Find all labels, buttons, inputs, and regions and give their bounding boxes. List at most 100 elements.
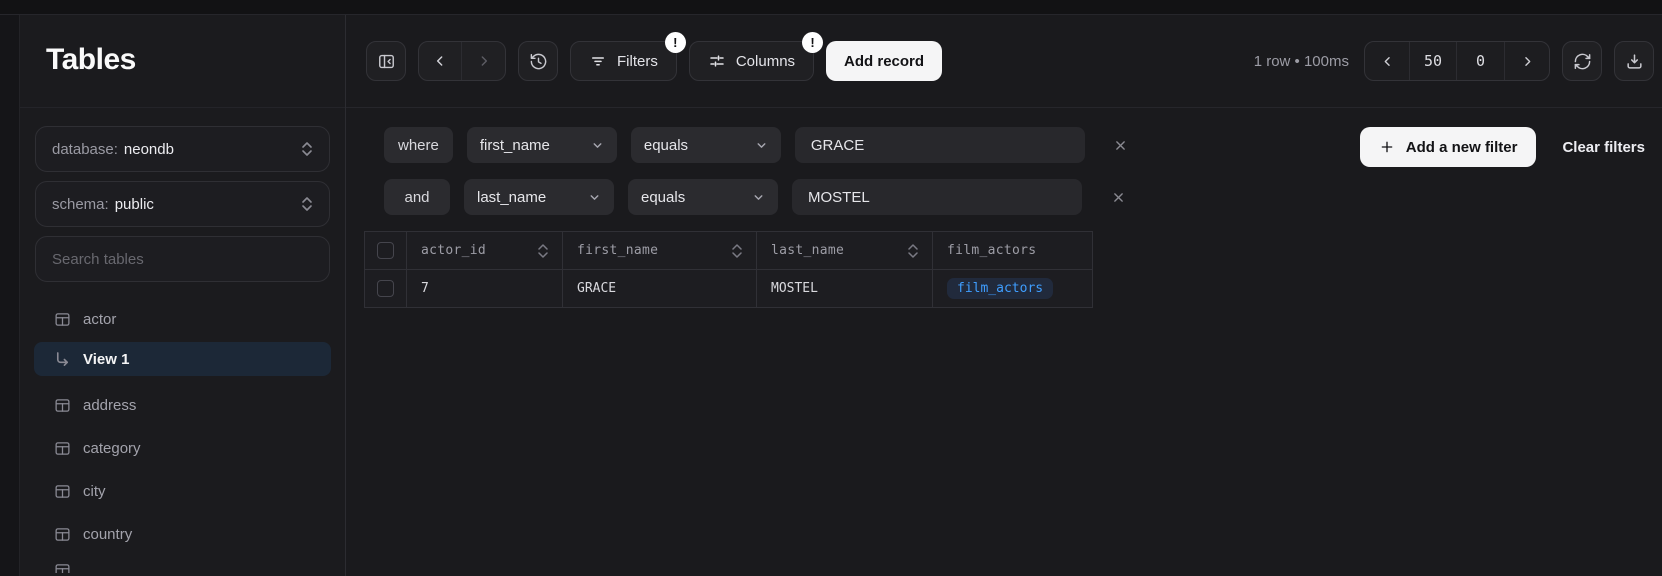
chevron-right-icon <box>476 53 492 69</box>
toggle-sidebar-button[interactable] <box>366 41 406 81</box>
updown-chevron-icon <box>301 195 313 213</box>
table-icon <box>54 526 71 543</box>
close-icon <box>1114 139 1127 152</box>
filters-alert-badge: ! <box>665 32 686 53</box>
select-all-checkbox[interactable] <box>377 242 394 259</box>
filters-button[interactable]: Filters ! <box>570 41 677 81</box>
filter-operator-select[interactable]: equals <box>628 179 778 215</box>
cell-value: 7 <box>421 281 429 296</box>
schema-select-value: public <box>115 196 154 213</box>
cell-value: GRACE <box>577 281 616 296</box>
refresh-button[interactable] <box>1562 41 1602 81</box>
filter-icon <box>589 52 607 70</box>
filters-button-label: Filters <box>617 53 658 70</box>
plus-icon <box>1379 139 1395 155</box>
filter-value-input[interactable] <box>792 179 1082 215</box>
download-icon <box>1625 52 1644 71</box>
sidebar-table-item[interactable]: actor <box>34 302 331 336</box>
history-icon <box>529 52 548 71</box>
column-header-label: actor_id <box>421 243 486 258</box>
filter-operator-select[interactable]: equals <box>631 127 781 163</box>
clear-filters-button[interactable]: Clear filters <box>1562 139 1645 156</box>
next-page-button[interactable] <box>1505 42 1549 80</box>
add-record-button[interactable]: Add record <box>826 41 942 81</box>
row-select-cell <box>365 270 407 308</box>
database-select-label: database: <box>52 141 118 158</box>
chevron-left-icon <box>1380 54 1395 69</box>
table-icon <box>54 440 71 457</box>
sidebar-table-item[interactable]: city <box>34 474 331 508</box>
database-select-value: neondb <box>124 141 174 158</box>
column-header-label: last_name <box>771 243 844 258</box>
sidebar-item-label: View 1 <box>83 351 129 368</box>
filter-value-input[interactable] <box>795 127 1085 163</box>
column-header-film_actors[interactable]: film_actors <box>933 232 1093 270</box>
sidebar-table-item[interactable] <box>34 560 331 573</box>
columns-button[interactable]: Columns ! <box>689 41 814 81</box>
back-button[interactable] <box>419 42 462 80</box>
filter-column-select[interactable]: first_name <box>467 127 617 163</box>
sort-icon[interactable] <box>538 243 548 259</box>
filter-column-select[interactable]: last_name <box>464 179 614 215</box>
sidebar-table-item[interactable]: category <box>34 431 331 465</box>
chevron-down-icon <box>591 139 604 152</box>
sort-icon[interactable] <box>908 243 918 259</box>
history-nav-group <box>418 41 506 81</box>
add-filter-button[interactable]: Add a new filter <box>1360 127 1537 167</box>
chevron-down-icon <box>752 191 765 204</box>
table-cell-film_actors[interactable]: film_actors <box>933 270 1093 308</box>
prev-page-button[interactable] <box>1365 42 1409 80</box>
sidebar-item-label: category <box>83 440 141 457</box>
filter-row: and last_name equals <box>384 179 1662 215</box>
search-tables-input[interactable] <box>35 236 330 282</box>
schema-select-label: schema: <box>52 196 109 213</box>
close-icon <box>1112 191 1125 204</box>
chevron-right-icon <box>1520 54 1535 69</box>
row-checkbox[interactable] <box>377 280 394 297</box>
column-header-first_name[interactable]: first_name <box>563 232 757 270</box>
table-header-row: actor_id first_name last_name film_actors <box>365 232 1093 270</box>
forward-button[interactable] <box>462 42 505 80</box>
cell-value: MOSTEL <box>771 281 818 296</box>
table-cell-actor_id[interactable]: 7 <box>407 270 563 308</box>
foreign-key-link[interactable]: film_actors <box>947 278 1053 299</box>
chevron-down-icon <box>588 191 601 204</box>
sidebar-item-label: actor <box>83 311 116 328</box>
updown-chevron-icon <box>301 140 313 158</box>
filter-conjunction-chip: where <box>384 127 453 163</box>
table-cell-last_name[interactable]: MOSTEL <box>757 270 933 308</box>
page-offset-input[interactable]: 0 <box>1457 42 1505 80</box>
sidebar-table-item[interactable]: address <box>34 388 331 422</box>
sidebar-header: Tables <box>20 15 345 108</box>
sidebar-table-item[interactable]: country <box>34 517 331 551</box>
panel-left-icon <box>377 52 396 71</box>
remove-filter-button[interactable] <box>1105 184 1131 210</box>
query-history-button[interactable] <box>518 41 558 81</box>
table-icon <box>54 311 71 328</box>
select-all-cell <box>365 232 407 270</box>
export-download-button[interactable] <box>1614 41 1654 81</box>
sidebar-view-item[interactable]: View 1 <box>34 342 331 376</box>
column-header-actor_id[interactable]: actor_id <box>407 232 563 270</box>
main-content: Filters ! Columns ! Add record 1 row • 1… <box>346 15 1662 576</box>
data-table: actor_id first_name last_name film_actors 7 G… <box>364 231 1093 308</box>
pagination-group: 50 0 <box>1364 41 1550 81</box>
sidebar-item-label: country <box>83 526 132 543</box>
database-select[interactable]: database: neondb <box>35 126 330 172</box>
remove-filter-button[interactable] <box>1108 132 1134 158</box>
refresh-icon <box>1573 52 1592 71</box>
table-cell-first_name[interactable]: GRACE <box>563 270 757 308</box>
sidebar-item-label: city <box>83 483 106 500</box>
sort-icon[interactable] <box>732 243 742 259</box>
sidebar: Tables database: neondb schema: public a… <box>20 15 346 576</box>
column-header-last_name[interactable]: last_name <box>757 232 933 270</box>
table-icon <box>54 483 71 500</box>
columns-alert-badge: ! <box>802 32 823 53</box>
chevron-left-icon <box>432 53 448 69</box>
page-size-input[interactable]: 50 <box>1409 42 1457 80</box>
column-header-label: film_actors <box>947 243 1036 258</box>
sidebar-item-label: address <box>83 397 136 414</box>
toolbar: Filters ! Columns ! Add record 1 row • 1… <box>346 15 1662 108</box>
schema-select[interactable]: schema: public <box>35 181 330 227</box>
filter-panel: where first_name equals and last_name <box>346 108 1662 215</box>
